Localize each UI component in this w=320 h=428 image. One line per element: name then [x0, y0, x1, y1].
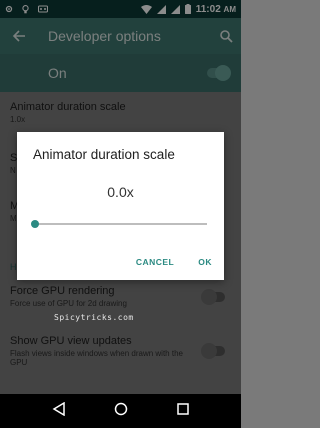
- dialog-value: 0.0x: [107, 184, 134, 200]
- cancel-button[interactable]: CANCEL: [136, 257, 174, 267]
- dialog-actions: CANCEL OK: [136, 257, 212, 267]
- animator-scale-dialog: Animator duration scale 0.0x CANCEL OK: [17, 132, 224, 280]
- slider-track[interactable]: [35, 223, 207, 225]
- watermark: Spicytricks.com: [54, 313, 134, 322]
- slider-thumb[interactable]: [31, 220, 39, 228]
- recents-nav-icon[interactable]: [177, 402, 189, 420]
- navigation-bar: [0, 394, 241, 428]
- ok-button[interactable]: OK: [198, 257, 212, 267]
- scale-slider[interactable]: [31, 218, 207, 230]
- back-nav-icon[interactable]: [52, 401, 66, 421]
- dialog-title: Animator duration scale: [33, 147, 175, 162]
- home-nav-icon[interactable]: [114, 402, 128, 421]
